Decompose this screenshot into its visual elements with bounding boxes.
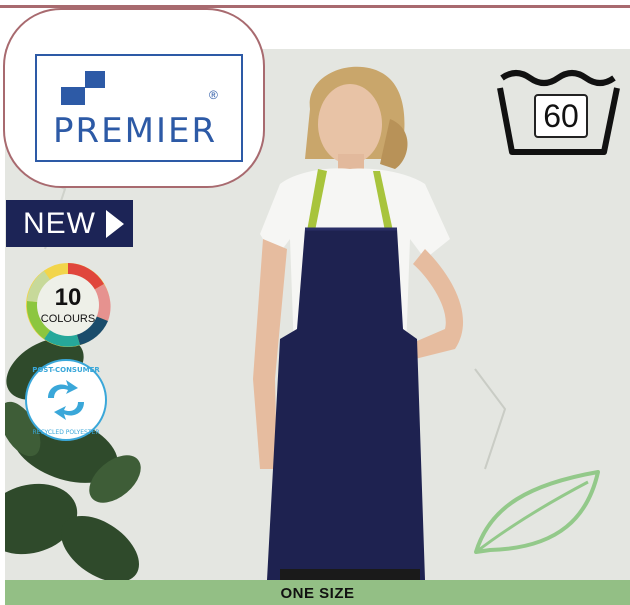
logo-square-icon [61, 87, 85, 105]
play-arrow-icon [106, 210, 124, 238]
svg-text:POST-CONSUMER: POST-CONSUMER [32, 366, 100, 374]
colours-label: COLOURS [40, 313, 96, 325]
colours-count: 10 [54, 284, 82, 311]
registered-mark: ® [209, 88, 218, 102]
svg-text:RECYCLED POLYESTER: RECYCLED POLYESTER [32, 429, 99, 436]
new-label: NEW [23, 207, 96, 240]
wash-temperature: 60 [534, 94, 588, 138]
premier-logo: ® PREMIER [35, 54, 243, 162]
leaf-icon [474, 470, 600, 554]
logo-square-icon [85, 71, 105, 88]
size-label: ONE SIZE [280, 585, 355, 602]
brand-name: PREMIER [53, 111, 218, 151]
size-bar: ONE SIZE [5, 580, 630, 605]
new-badge: NEW [6, 200, 133, 247]
recycle-arrows-icon: POST-CONSUMER RECYCLED POLYESTER [25, 359, 107, 441]
brand-logo-frame: ® PREMIER [3, 8, 265, 188]
